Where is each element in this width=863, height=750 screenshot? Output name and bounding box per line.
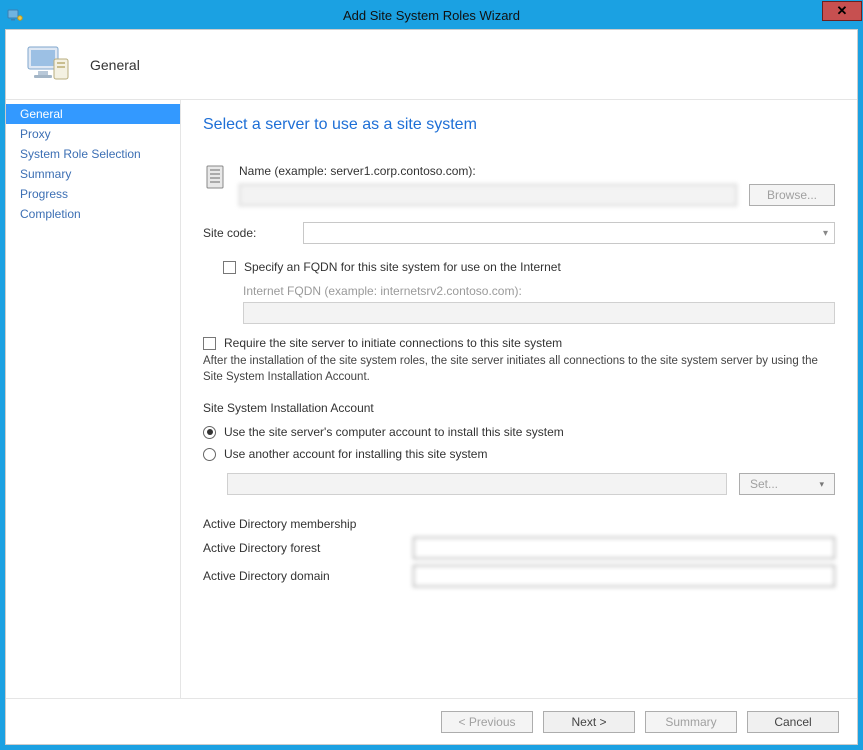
- name-input[interactable]: [239, 184, 737, 206]
- wizard-window: Add Site System Roles Wizard ✕ General: [0, 0, 863, 750]
- internet-fqdn-label: Internet FQDN (example: internetsrv2.con…: [243, 284, 835, 298]
- summary-button[interactable]: Summary: [645, 711, 737, 733]
- wizard-body: General Proxy System Role Selection Summ…: [6, 100, 857, 698]
- window-title: Add Site System Roles Wizard: [1, 8, 862, 23]
- radio-other-account[interactable]: [203, 448, 216, 461]
- nav-item-completion[interactable]: Completion: [6, 204, 180, 224]
- specify-fqdn-checkbox[interactable]: [223, 261, 236, 274]
- ad-membership-title: Active Directory membership: [203, 517, 835, 531]
- previous-button[interactable]: < Previous: [441, 711, 533, 733]
- nav-item-general[interactable]: General: [6, 104, 180, 124]
- chevron-down-icon: ▾: [823, 228, 828, 239]
- site-code-select[interactable]: ▾: [303, 222, 835, 244]
- wizard-sidebar: General Proxy System Role Selection Summ…: [6, 100, 181, 698]
- site-code-label: Site code:: [203, 226, 293, 240]
- specify-fqdn-label: Specify an FQDN for this site system for…: [244, 260, 561, 274]
- require-initiate-label: Require the site server to initiate conn…: [224, 336, 562, 350]
- set-account-button[interactable]: Set... ▾: [739, 473, 835, 495]
- ad-forest-label: Active Directory forest: [203, 541, 403, 555]
- other-account-input: [227, 473, 727, 495]
- wizard-footer: < Previous Next > Summary Cancel: [6, 698, 857, 744]
- close-button[interactable]: ✕: [822, 1, 862, 21]
- nav-item-system-role-selection[interactable]: System Role Selection: [6, 144, 180, 164]
- name-label: Name (example: server1.corp.contoso.com)…: [239, 164, 835, 178]
- install-account-title: Site System Installation Account: [203, 401, 835, 415]
- ad-forest-input[interactable]: [413, 537, 835, 559]
- chevron-down-icon: ▾: [819, 479, 824, 490]
- computer-icon: [26, 45, 72, 85]
- nav-item-summary[interactable]: Summary: [6, 164, 180, 184]
- help-text: After the installation of the site syste…: [203, 354, 835, 385]
- browse-button[interactable]: Browse...: [749, 184, 835, 206]
- internet-fqdn-input: [243, 302, 835, 324]
- set-account-button-label: Set...: [750, 477, 778, 491]
- wizard-content: Select a server to use as a site system …: [181, 100, 857, 698]
- wizard-inner: General General Proxy System Role Select…: [5, 29, 858, 745]
- next-button[interactable]: Next >: [543, 711, 635, 733]
- wizard-header: General: [6, 30, 857, 100]
- require-initiate-checkbox[interactable]: [203, 337, 216, 350]
- server-icon: [203, 164, 229, 190]
- titlebar: Add Site System Roles Wizard ✕: [1, 1, 862, 29]
- cancel-button[interactable]: Cancel: [747, 711, 839, 733]
- close-icon: ✕: [837, 3, 848, 19]
- ad-domain-label: Active Directory domain: [203, 569, 403, 583]
- radio-computer-account-label: Use the site server's computer account t…: [224, 425, 564, 439]
- radio-other-account-label: Use another account for installing this …: [224, 447, 487, 461]
- nav-item-progress[interactable]: Progress: [6, 184, 180, 204]
- nav-item-proxy[interactable]: Proxy: [6, 124, 180, 144]
- radio-computer-account[interactable]: [203, 426, 216, 439]
- ad-domain-input[interactable]: [413, 565, 835, 587]
- content-heading: Select a server to use as a site system: [203, 116, 835, 134]
- header-page-name: General: [90, 57, 140, 73]
